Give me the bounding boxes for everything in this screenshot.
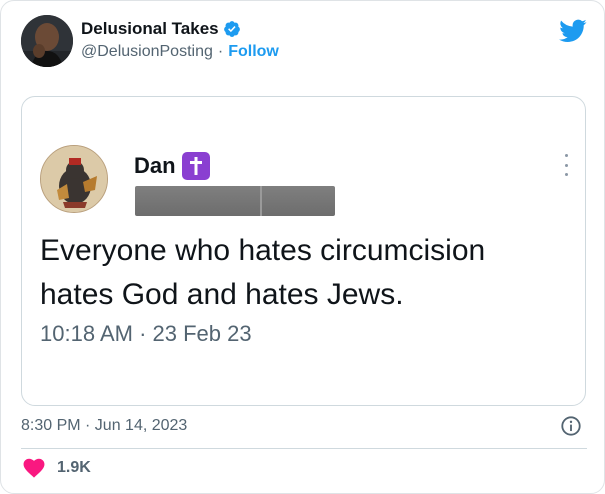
quoted-author-name-text: Dan <box>134 153 176 178</box>
quoted-text-line-1: Everyone who hates circumcision <box>40 234 486 267</box>
author-info: Delusional Takes @DelusionPosting · Foll… <box>81 19 279 61</box>
tweet-card: Delusional Takes @DelusionPosting · Foll… <box>0 0 605 494</box>
info-icon[interactable] <box>560 415 582 437</box>
more-options-icon <box>563 154 569 176</box>
quoted-tweet-text: Everyone who hates circumcision hates Go… <box>40 229 580 317</box>
author-name[interactable]: Delusional Takes <box>81 19 219 39</box>
cross-emoji-icon <box>181 152 210 180</box>
twitter-bird-icon[interactable] <box>559 19 587 43</box>
verified-badge-icon <box>223 21 240 37</box>
like-button[interactable]: 1.9K <box>23 458 91 478</box>
footer-divider <box>21 448 587 449</box>
heart-icon[interactable] <box>23 458 45 478</box>
like-count: 1.9K <box>57 459 91 476</box>
tweet-header: Delusional Takes @DelusionPosting · Foll… <box>21 15 591 71</box>
quoted-text-line-2: hates God and hates Jews. <box>40 278 404 311</box>
quoted-avatar <box>40 145 108 213</box>
quoted-author-name: Dan <box>134 152 210 180</box>
quoted-tweet-image[interactable]: Dan Everyone who hates circumcision hate… <box>21 96 586 406</box>
follow-button[interactable]: Follow <box>228 43 279 61</box>
separator-dot: · <box>217 43 224 60</box>
author-avatar[interactable] <box>21 15 73 67</box>
author-handle[interactable]: @DelusionPosting <box>81 43 213 61</box>
redacted-handle-block <box>135 186 335 216</box>
tweet-timestamp[interactable]: 8:30 PM · Jun 14, 2023 <box>21 417 187 435</box>
quoted-tweet-time: 10:18 AM · 23 Feb 23 <box>40 321 252 346</box>
